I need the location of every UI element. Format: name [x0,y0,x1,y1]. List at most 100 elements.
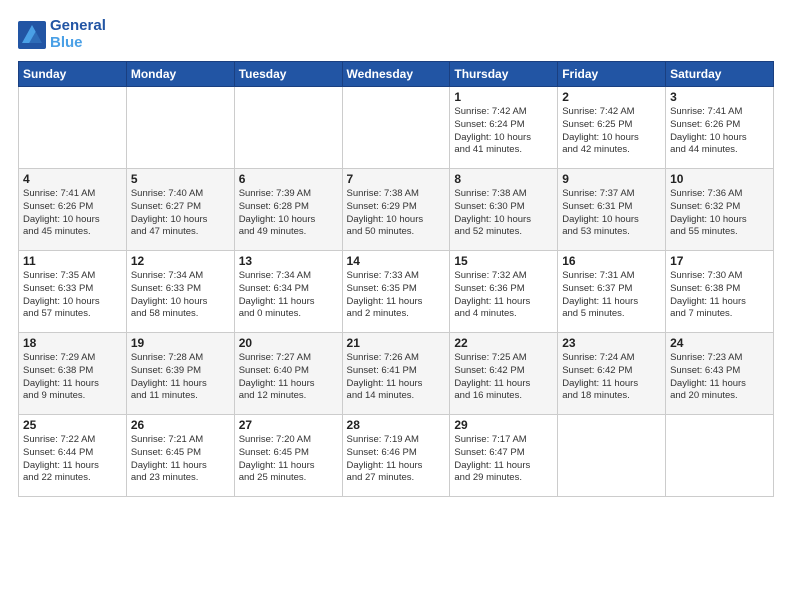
day-number: 21 [347,336,446,350]
calendar-cell: 8Sunrise: 7:38 AM Sunset: 6:30 PM Daylig… [450,169,558,251]
calendar-cell: 11 Sunrise: 7:35 AM Sunset: 6:33 PM Dayli… [19,251,127,333]
calendar-body: 1 Sunrise: 7:42 AM Sunset: 6:24 PM Daylig… [19,87,774,497]
day-number: 18 [23,336,122,350]
day-info: Sunrise: 7:34 AM Sunset: 6:33 PM Dayligh… [131,270,230,321]
calendar-cell: 24 Sunrise: 7:23 AM Sunset: 6:43 PM Dayli… [666,333,774,415]
calendar-cell: 3 Sunrise: 7:41 AM Sunset: 6:26 PM Daylig… [666,87,774,169]
weekday-header-friday: Friday [558,62,666,87]
calendar-cell: 4 Sunrise: 7:41 AM Sunset: 6:26 PM Daylig… [19,169,127,251]
calendar-cell: 28 Sunrise: 7:19 AM Sunset: 6:46 PM Dayli… [342,415,450,497]
calendar-cell [342,87,450,169]
calendar-table: SundayMondayTuesdayWednesdayThursdayFrid… [18,61,774,497]
header: General Blue [18,18,774,51]
weekday-header-saturday: Saturday [666,62,774,87]
calendar-header: SundayMondayTuesdayWednesdayThursdayFrid… [19,62,774,87]
day-number: 11 [23,254,122,268]
week-row-4: 18Sunrise: 7:29 AM Sunset: 6:38 PM Dayli… [19,333,774,415]
day-number: 7 [347,172,446,186]
calendar-cell [234,87,342,169]
day-info: Sunrise: 7:26 AM Sunset: 6:41 PM Dayligh… [347,352,446,403]
calendar-cell: 13 Sunrise: 7:34 AM Sunset: 6:34 PM Dayli… [234,251,342,333]
calendar-cell: 18Sunrise: 7:29 AM Sunset: 6:38 PM Dayli… [19,333,127,415]
day-number: 24 [670,336,769,350]
day-info: Sunrise: 7:24 AM Sunset: 6:42 PM Dayligh… [562,352,661,403]
calendar-cell: 10Sunrise: 7:36 AM Sunset: 6:32 PM Dayli… [666,169,774,251]
day-info: Sunrise: 7:41 AM Sunset: 6:26 PM Dayligh… [670,106,769,157]
day-info: Sunrise: 7:31 AM Sunset: 6:37 PM Dayligh… [562,270,661,321]
weekday-header-sunday: Sunday [19,62,127,87]
day-number: 14 [347,254,446,268]
calendar-cell: 7 Sunrise: 7:38 AM Sunset: 6:29 PM Daylig… [342,169,450,251]
day-info: Sunrise: 7:23 AM Sunset: 6:43 PM Dayligh… [670,352,769,403]
day-info: Sunrise: 7:34 AM Sunset: 6:34 PM Dayligh… [239,270,338,321]
calendar-cell [666,415,774,497]
calendar-cell: 27 Sunrise: 7:20 AM Sunset: 6:45 PM Dayli… [234,415,342,497]
calendar-cell: 23 Sunrise: 7:24 AM Sunset: 6:42 PM Dayli… [558,333,666,415]
day-info: Sunrise: 7:21 AM Sunset: 6:45 PM Dayligh… [131,434,230,485]
day-info: Sunrise: 7:42 AM Sunset: 6:25 PM Dayligh… [562,106,661,157]
day-number: 3 [670,90,769,104]
calendar-cell: 19 Sunrise: 7:28 AM Sunset: 6:39 PM Dayli… [126,333,234,415]
day-info: Sunrise: 7:25 AM Sunset: 6:42 PM Dayligh… [454,352,553,403]
calendar-cell: 12 Sunrise: 7:34 AM Sunset: 6:33 PM Dayli… [126,251,234,333]
day-number: 2 [562,90,661,104]
day-info: Sunrise: 7:28 AM Sunset: 6:39 PM Dayligh… [131,352,230,403]
day-info: Sunrise: 7:38 AM Sunset: 6:29 PM Dayligh… [347,188,446,239]
page: General Blue SundayMondayTuesdayWednesda… [0,0,792,612]
day-number: 17 [670,254,769,268]
day-number: 22 [454,336,553,350]
calendar-cell: 16 Sunrise: 7:31 AM Sunset: 6:37 PM Dayli… [558,251,666,333]
calendar-cell: 14 Sunrise: 7:33 AM Sunset: 6:35 PM Dayli… [342,251,450,333]
day-number: 23 [562,336,661,350]
calendar-cell: 21 Sunrise: 7:26 AM Sunset: 6:41 PM Dayli… [342,333,450,415]
calendar-cell: 22 Sunrise: 7:25 AM Sunset: 6:42 PM Dayli… [450,333,558,415]
logo: General Blue [18,18,106,51]
calendar-cell: 2 Sunrise: 7:42 AM Sunset: 6:25 PM Daylig… [558,87,666,169]
week-row-1: 1 Sunrise: 7:42 AM Sunset: 6:24 PM Daylig… [19,87,774,169]
day-number: 5 [131,172,230,186]
day-number: 25 [23,418,122,432]
logo-text: General Blue [50,18,106,51]
day-number: 12 [131,254,230,268]
calendar-cell: 5 Sunrise: 7:40 AM Sunset: 6:27 PM Daylig… [126,169,234,251]
day-number: 9 [562,172,661,186]
day-info: Sunrise: 7:19 AM Sunset: 6:46 PM Dayligh… [347,434,446,485]
day-info: Sunrise: 7:20 AM Sunset: 6:45 PM Dayligh… [239,434,338,485]
calendar-cell: 6Sunrise: 7:39 AM Sunset: 6:28 PM Daylig… [234,169,342,251]
day-info: Sunrise: 7:35 AM Sunset: 6:33 PM Dayligh… [23,270,122,321]
calendar-cell: 17 Sunrise: 7:30 AM Sunset: 6:38 PM Dayli… [666,251,774,333]
calendar-cell: 1 Sunrise: 7:42 AM Sunset: 6:24 PM Daylig… [450,87,558,169]
day-info: Sunrise: 7:42 AM Sunset: 6:24 PM Dayligh… [454,106,553,157]
day-number: 4 [23,172,122,186]
day-number: 27 [239,418,338,432]
weekday-row: SundayMondayTuesdayWednesdayThursdayFrid… [19,62,774,87]
week-row-3: 11 Sunrise: 7:35 AM Sunset: 6:33 PM Dayli… [19,251,774,333]
day-number: 26 [131,418,230,432]
calendar-cell [19,87,127,169]
day-info: Sunrise: 7:17 AM Sunset: 6:47 PM Dayligh… [454,434,553,485]
week-row-5: 25 Sunrise: 7:22 AM Sunset: 6:44 PM Dayli… [19,415,774,497]
day-number: 28 [347,418,446,432]
logo-icon [18,21,46,49]
day-number: 1 [454,90,553,104]
day-info: Sunrise: 7:30 AM Sunset: 6:38 PM Dayligh… [670,270,769,321]
calendar-cell: 15 Sunrise: 7:32 AM Sunset: 6:36 PM Dayli… [450,251,558,333]
day-number: 15 [454,254,553,268]
day-info: Sunrise: 7:33 AM Sunset: 6:35 PM Dayligh… [347,270,446,321]
day-info: Sunrise: 7:32 AM Sunset: 6:36 PM Dayligh… [454,270,553,321]
calendar-cell: 20Sunrise: 7:27 AM Sunset: 6:40 PM Dayli… [234,333,342,415]
weekday-header-tuesday: Tuesday [234,62,342,87]
calendar-cell: 9 Sunrise: 7:37 AM Sunset: 6:31 PM Daylig… [558,169,666,251]
weekday-header-thursday: Thursday [450,62,558,87]
calendar-cell: 26 Sunrise: 7:21 AM Sunset: 6:45 PM Dayli… [126,415,234,497]
day-number: 13 [239,254,338,268]
calendar-cell: 25 Sunrise: 7:22 AM Sunset: 6:44 PM Dayli… [19,415,127,497]
calendar-cell [126,87,234,169]
day-info: Sunrise: 7:40 AM Sunset: 6:27 PM Dayligh… [131,188,230,239]
day-number: 16 [562,254,661,268]
calendar-cell [558,415,666,497]
day-number: 19 [131,336,230,350]
day-info: Sunrise: 7:41 AM Sunset: 6:26 PM Dayligh… [23,188,122,239]
day-info: Sunrise: 7:37 AM Sunset: 6:31 PM Dayligh… [562,188,661,239]
day-info: Sunrise: 7:22 AM Sunset: 6:44 PM Dayligh… [23,434,122,485]
